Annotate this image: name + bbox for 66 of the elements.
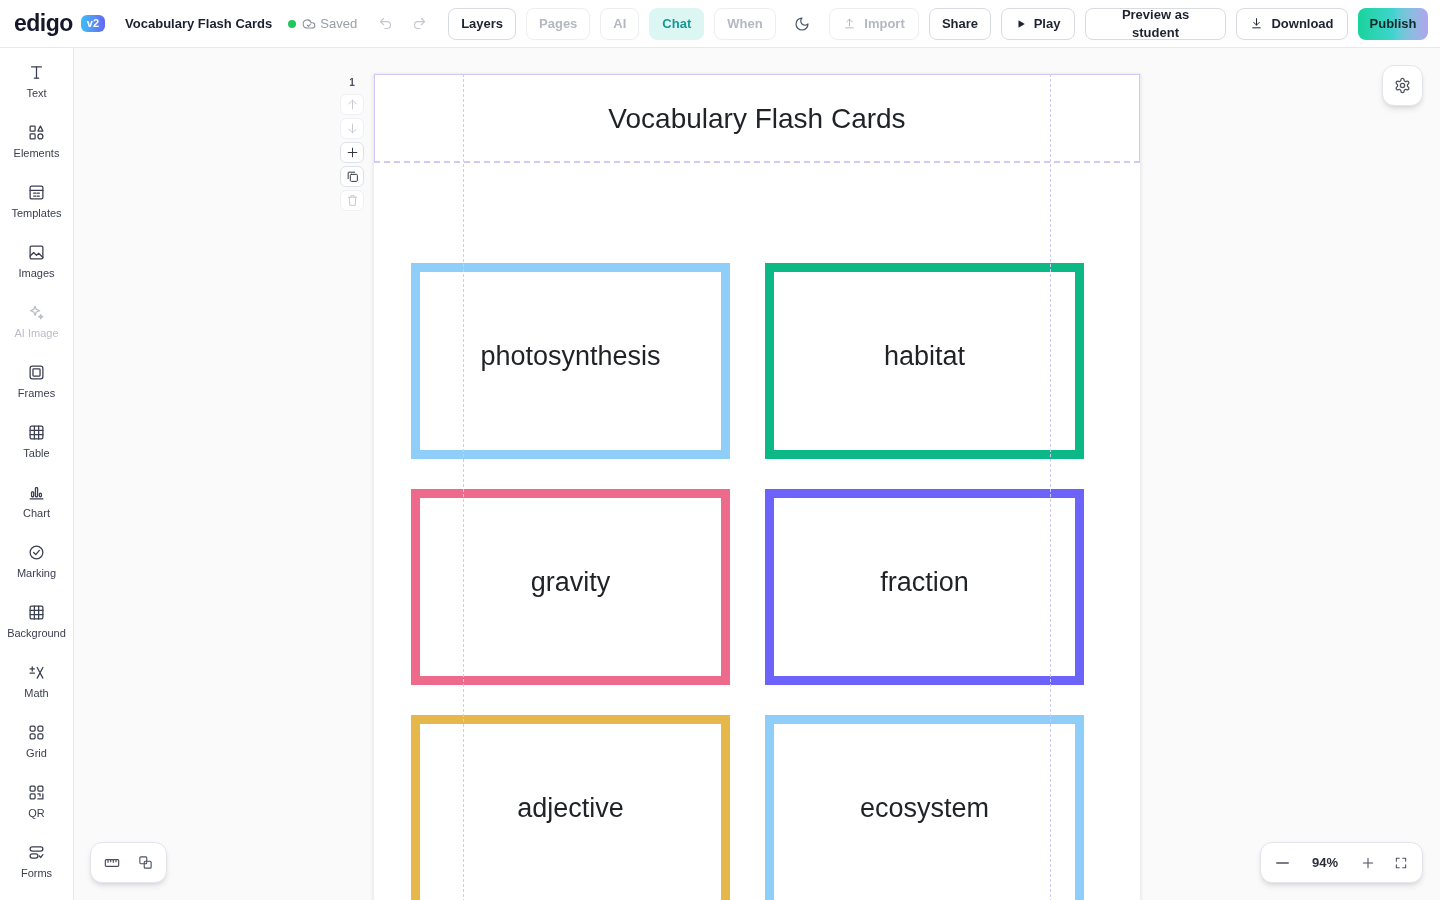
minus-icon <box>1275 861 1289 864</box>
images-tool-icon <box>28 244 45 261</box>
arrow-down-icon <box>345 122 359 135</box>
card-word: photosynthesis <box>480 339 661 373</box>
page-number: 1 <box>349 76 355 90</box>
elements-tool-icon <box>28 124 45 141</box>
sidebar-item[interactable]: QR <box>0 772 73 832</box>
sidebar-item[interactable]: Text <box>0 52 73 112</box>
play-button[interactable]: Play <box>1001 7 1075 40</box>
math-tool-icon <box>28 664 45 681</box>
card-word: adjective <box>517 791 624 825</box>
upload-icon <box>843 17 857 30</box>
sidebar-item[interactable]: Chart <box>0 472 73 532</box>
settings-button[interactable] <box>1382 65 1423 106</box>
document-title: Vocabulary Flash Cards <box>125 14 273 33</box>
preview-button[interactable]: Preview as student <box>1085 7 1226 40</box>
download-icon <box>1250 17 1264 30</box>
download-button[interactable]: Download <box>1236 7 1348 40</box>
sidebar-item[interactable]: Grid <box>0 712 73 772</box>
plus-icon <box>345 146 359 159</box>
share-button[interactable]: Share <box>929 7 991 40</box>
card-word: gravity <box>530 565 611 599</box>
view-tab[interactable]: Layers <box>448 7 517 40</box>
forms-tool-icon <box>28 844 45 861</box>
card-word: habitat <box>883 339 966 373</box>
fullscreen-icon <box>1394 855 1408 870</box>
sidebar-item[interactable]: Marking <box>0 532 73 592</box>
aiimage-tool-icon <box>28 304 45 321</box>
chart-tool-icon <box>28 484 45 501</box>
overlapping-squares-icon <box>138 855 153 870</box>
add-page-button[interactable] <box>340 142 364 163</box>
sidebar-item[interactable]: Images <box>0 232 73 292</box>
text-tool-icon <box>28 64 45 81</box>
arrow-up-icon <box>345 98 359 111</box>
trash-icon <box>345 194 359 207</box>
card-word: ecosystem <box>859 791 989 825</box>
grid-tool-icon <box>28 724 45 741</box>
sidebar-item[interactable]: Templates <box>0 172 73 232</box>
logo: edigo <box>14 12 73 35</box>
sidebar-item[interactable]: Table <box>0 412 73 472</box>
plus-icon <box>1361 855 1375 870</box>
table-tool-icon <box>28 424 45 441</box>
settings-icon <box>1394 77 1411 94</box>
card-word: fraction <box>880 565 969 599</box>
title-frame[interactable]: Vocabulary Flash Cards <box>374 74 1140 163</box>
frames-tool-icon <box>28 364 45 381</box>
sidebar-item[interactable]: Background <box>0 592 73 652</box>
sidebar-item[interactable]: Forms <box>0 832 73 892</box>
redo-icon <box>411 16 427 31</box>
templates-tool-icon <box>28 184 45 201</box>
background-tool-icon <box>28 604 45 621</box>
sidebar-item[interactable]: Math <box>0 652 73 712</box>
publish-button[interactable]: Publish <box>1358 7 1428 40</box>
sidebar-item[interactable]: Elements <box>0 112 73 172</box>
undo-icon <box>377 16 393 31</box>
duplicate-page-button[interactable] <box>340 166 364 187</box>
cloud-check-icon <box>302 16 317 31</box>
marking-tool-icon <box>28 544 45 561</box>
moon-icon <box>794 15 810 32</box>
save-status: Saved <box>320 14 358 33</box>
qr-tool-icon <box>28 784 45 801</box>
sidebar-item[interactable]: Frames <box>0 352 73 412</box>
copy-icon <box>345 170 359 183</box>
zoom-level: 94% <box>1312 853 1338 872</box>
page-title: Vocabulary Flash Cards <box>608 101 906 136</box>
version-badge: v2 <box>80 15 106 32</box>
